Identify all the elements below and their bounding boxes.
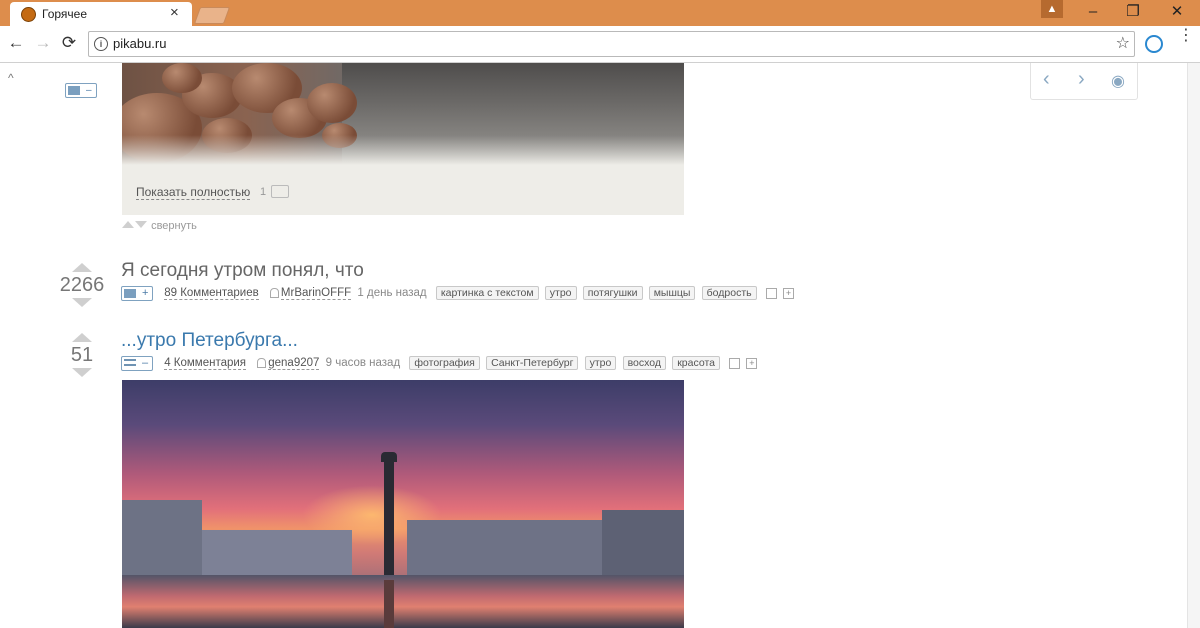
story-title[interactable]: Я сегодня утром понял, что — [121, 260, 364, 282]
story-title[interactable]: ...утро Петербурга... — [121, 330, 298, 352]
tag[interactable]: мышцы — [648, 286, 696, 300]
text-icon — [124, 358, 136, 366]
add-tag-icon[interactable]: + — [746, 357, 758, 369]
collapse-row[interactable]: свернуть — [122, 220, 197, 232]
collapse-arrows-icon — [122, 221, 148, 229]
profile-icon[interactable]: ▲ — [1041, 0, 1063, 18]
vote-block: 2266 — [58, 263, 106, 307]
browser-toolbar: ← → ⟳ i pikabu.ru ☆ — [0, 26, 1200, 63]
reload-icon[interactable]: ⟳ — [59, 33, 79, 53]
browser-menu-icon[interactable]: ⋮ — [1178, 28, 1194, 44]
minimize-button[interactable]: – — [1073, 2, 1113, 22]
tab-close-icon[interactable]: × — [170, 4, 179, 21]
save-icon[interactable] — [765, 287, 777, 299]
story-type-sign: – — [142, 356, 149, 369]
site-info-icon[interactable]: i — [94, 37, 108, 51]
browser-tab-active[interactable]: Горячее × — [10, 2, 192, 26]
rating-score: 2266 — [59, 274, 105, 296]
rating-score: 51 — [70, 344, 94, 366]
story-type-badge[interactable]: – — [65, 83, 97, 98]
image-building — [122, 500, 202, 578]
story-image-stones — [122, 63, 684, 165]
comments-link[interactable]: 4 Комментария — [164, 357, 247, 370]
next-story-icon[interactable]: › — [1078, 68, 1085, 91]
tag[interactable]: фотография — [409, 356, 480, 370]
scrollbar[interactable] — [1187, 63, 1200, 628]
user-icon — [269, 288, 279, 298]
author-link[interactable]: gena9207 — [268, 357, 320, 370]
story-meta: – 4 Комментария gena9207 9 часов назад ф… — [121, 355, 758, 371]
story-type-badge[interactable]: + — [121, 285, 153, 301]
tag[interactable]: бодрость — [701, 286, 757, 300]
comments-link[interactable]: 89 Комментариев — [164, 287, 259, 300]
author-link[interactable]: MrBarinOFFF — [280, 287, 352, 300]
vote-block: 51 — [58, 333, 106, 377]
downvote-icon[interactable] — [72, 368, 92, 377]
tag[interactable]: утро — [584, 356, 617, 370]
image-reflection-water — [122, 575, 684, 628]
story-navigation-panel: ‹ › ◉ — [1030, 63, 1138, 100]
image-arch — [602, 510, 684, 575]
image-rock — [307, 83, 357, 123]
tag[interactable]: утро — [544, 286, 577, 300]
tag[interactable]: картинка с текстом — [435, 286, 539, 300]
add-tag-icon[interactable]: + — [783, 287, 795, 299]
image-count: 1 — [260, 186, 267, 198]
page-content: ^ – Показать полностью 1 свернуть 2266 Я… — [0, 63, 1200, 628]
user-icon — [257, 358, 267, 368]
close-window-button[interactable]: ✕ — [1157, 2, 1197, 22]
post-time: 9 часов назад — [325, 357, 401, 369]
extension-icon[interactable] — [1145, 35, 1163, 53]
post-time: 1 день назад — [357, 287, 427, 299]
image-rock — [162, 63, 202, 93]
tag[interactable]: красота — [672, 356, 720, 370]
image-column-reflection — [384, 580, 394, 628]
image-fade — [122, 135, 684, 165]
back-arrow-icon[interactable]: ← — [6, 33, 26, 53]
new-tab-button[interactable] — [193, 7, 231, 24]
downvote-icon[interactable] — [72, 298, 92, 307]
story-meta: + 89 Комментариев MrBarinOFFF 1 день наз… — [121, 285, 795, 301]
story-type-sign: + — [142, 286, 149, 299]
save-icon[interactable] — [729, 357, 741, 369]
forward-arrow-icon[interactable]: → — [33, 33, 53, 53]
scroll-up-icon[interactable]: ^ — [8, 71, 14, 85]
tab-title: Горячее — [42, 7, 88, 21]
story-type-badge[interactable]: – — [121, 355, 153, 371]
upvote-icon[interactable] — [72, 333, 92, 342]
pikabu-favicon-icon — [21, 7, 36, 22]
tag[interactable]: Санкт-Петербург — [486, 356, 579, 370]
tag[interactable]: восход — [622, 356, 666, 370]
address-bar[interactable]: i pikabu.ru ☆ — [88, 31, 1135, 57]
camera-icon — [124, 288, 136, 298]
tag[interactable]: потягушки — [582, 286, 643, 300]
show-full-link[interactable]: Показать полностью — [136, 185, 251, 200]
prev-story-icon[interactable]: ‹ — [1043, 68, 1050, 91]
restore-button[interactable]: ❐ — [1113, 2, 1153, 22]
image-column — [384, 460, 394, 575]
eye-icon[interactable]: ◉ — [1111, 71, 1125, 91]
image-building — [202, 530, 352, 575]
upvote-icon[interactable] — [72, 263, 92, 272]
camera-icon — [271, 185, 289, 198]
expand-panel: Показать полностью 1 — [122, 165, 684, 215]
story-type-sign: – — [86, 85, 92, 96]
collapse-link[interactable]: свернуть — [151, 220, 197, 232]
story-image-petersburg — [122, 380, 684, 628]
camera-icon — [68, 86, 80, 95]
address-url: pikabu.ru — [113, 36, 167, 51]
bookmark-star-icon[interactable]: ☆ — [1116, 33, 1130, 53]
browser-titlebar: Горячее × ▲ – ❐ ✕ — [0, 0, 1200, 26]
